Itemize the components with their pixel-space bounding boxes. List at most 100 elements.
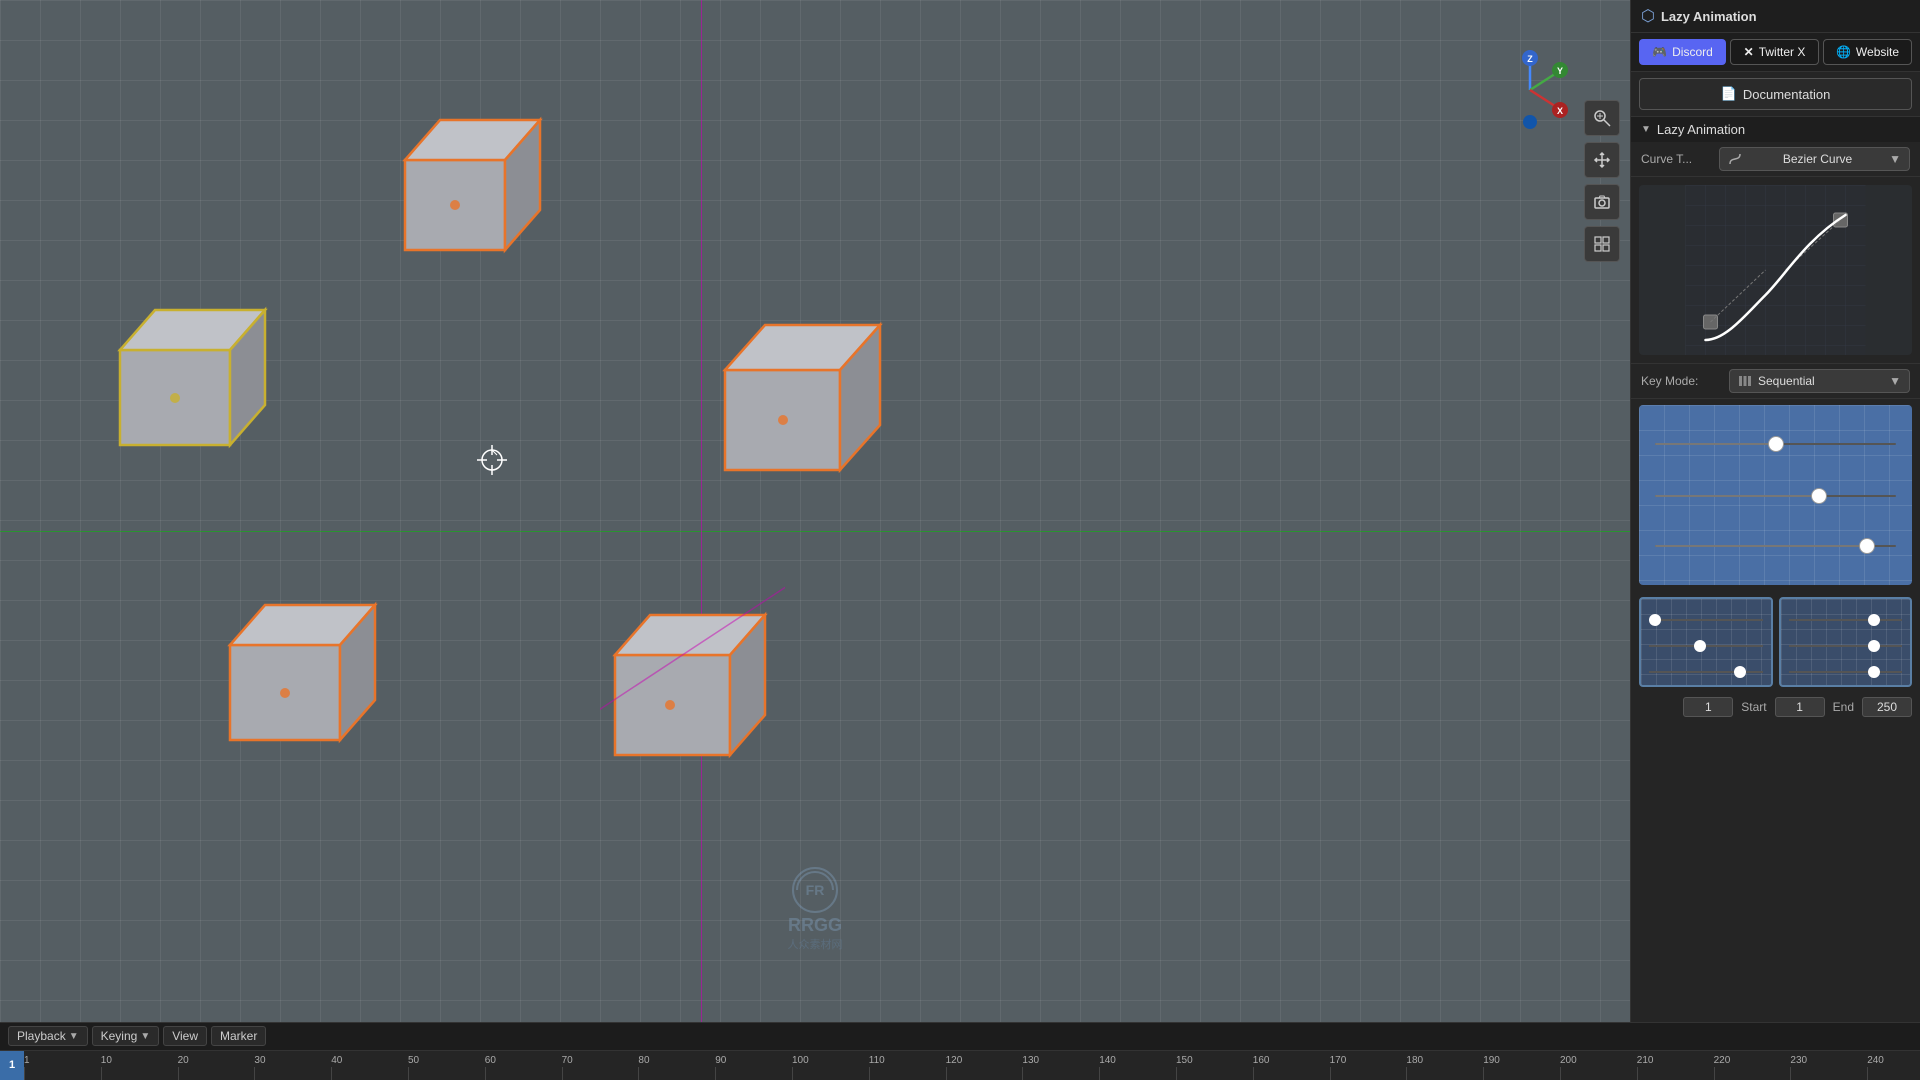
small-diagram-1 [1639,597,1773,687]
doc-label: Documentation [1743,87,1830,102]
view-menu-button[interactable]: View [163,1026,207,1046]
ruler-tick-label: 30 [254,1055,265,1066]
ruler-tick-line [1406,1067,1407,1080]
ruler-tick-line [331,1067,332,1080]
ruler-tick-line [1560,1067,1561,1080]
svg-text:FR: FR [806,882,825,898]
ruler-tick-label: 40 [331,1055,342,1066]
cube-right [710,280,910,500]
website-label: Website [1856,45,1899,59]
ruler-tick-label: 1 [24,1055,30,1066]
key-mode-label: Key Mode: [1641,374,1721,388]
svg-text:Y: Y [1557,66,1563,76]
key-mode-dropdown[interactable]: Sequential ▼ [1729,369,1910,393]
ruler-tick-label: 60 [485,1055,496,1066]
bezier-curve-preview [1639,185,1912,355]
panel-title: Lazy Animation [1661,9,1757,24]
seq-thumb-2[interactable] [1811,488,1827,504]
orientation-gizmo[interactable]: Z Y X [1490,50,1570,130]
small-diagram-2 [1779,597,1913,687]
small-diag-1-track-1 [1649,619,1763,621]
ruler-tick-line [254,1067,255,1080]
twitter-button[interactable]: ✕ Twitter X [1730,39,1819,65]
timeline-ruler[interactable]: 1 11020304050607080901001101201301401501… [0,1051,1920,1080]
ruler-tick-line [715,1067,716,1080]
zoom-tool-btn[interactable] [1584,100,1620,136]
ruler-tick-label: 240 [1867,1055,1884,1066]
ruler-tick-label: 140 [1099,1055,1116,1066]
ruler-tick-label: 70 [562,1055,573,1066]
small-thumb-2-3[interactable] [1868,666,1880,678]
curve-type-dropdown[interactable]: Bezier Curve ▼ [1719,147,1910,171]
camera-tool-btn[interactable] [1584,184,1620,220]
website-button[interactable]: 🌐 Website [1823,39,1912,65]
ruler-tick-line [1483,1067,1484,1080]
ruler-tick-label: 220 [1714,1055,1731,1066]
current-frame-number: 1 [9,1059,15,1071]
small-diagrams-row [1639,597,1912,687]
discord-button[interactable]: 🎮 Discord [1639,39,1726,65]
ruler-tick-line [1867,1067,1868,1080]
ruler-tick-line [1099,1067,1100,1080]
viewport-toolbar [1584,100,1620,262]
small-thumb-1-2[interactable] [1694,640,1706,652]
panel-icon: ⬡ [1641,6,1655,26]
bottom-toolbar: Playback ▼ Keying ▼ View Marker [0,1023,1920,1051]
viewport-overlay: Z Y X [0,0,1630,1022]
key-mode-row: Key Mode: Sequential ▼ [1631,363,1920,399]
seq-track-1 [1655,443,1896,445]
ruler-tick-label: 10 [101,1055,112,1066]
lazy-animation-label: Lazy Animation [1657,122,1745,137]
start-frame-input[interactable] [1775,697,1825,717]
seq-thumb-3[interactable] [1859,538,1875,554]
ruler-tick-label: 90 [715,1055,726,1066]
current-frame-indicator[interactable]: 1 [0,1051,24,1080]
ruler-tick-line [101,1067,102,1080]
ruler-tick-line [1637,1067,1638,1080]
ruler-tick-label: 150 [1176,1055,1193,1066]
lazy-animation-section[interactable]: ▼ Lazy Animation [1631,116,1920,142]
frame-info-row: Start End [1631,693,1920,721]
twitter-icon: ✕ [1744,45,1754,59]
social-buttons-row: 🎮 Discord ✕ Twitter X 🌐 Website [1631,33,1920,72]
bottom-bar: Playback ▼ Keying ▼ View Marker 1 110203… [0,1022,1920,1080]
ruler-tick-line [946,1067,947,1080]
small-diag-2-track-1 [1789,619,1903,621]
seq-thumb-1[interactable] [1768,436,1784,452]
svg-text:Z: Z [1527,54,1533,64]
small-diag-2-track-2 [1789,645,1903,647]
key-mode-arrow: ▼ [1889,374,1901,388]
seq-track-3 [1655,545,1896,547]
end-frame-input[interactable] [1862,697,1912,717]
viewport-3d[interactable]: Z Y X [0,0,1630,1022]
3d-cursor [477,445,507,475]
small-diag-1-track-3 [1649,671,1763,673]
pan-tool-btn[interactable] [1584,142,1620,178]
ruler-tick-label: 200 [1560,1055,1577,1066]
ruler-tick-label: 170 [1330,1055,1347,1066]
ruler-tick-line [178,1067,179,1080]
watermark: FR RRGG 人众素材网 [755,865,875,952]
keying-menu-button[interactable]: Keying ▼ [92,1026,160,1046]
cube-bottom-right [600,575,785,790]
current-frame-input[interactable] [1683,697,1733,717]
documentation-button[interactable]: 📄 Documentation [1639,78,1912,110]
sequential-icon [1738,374,1752,388]
grid-tool-btn[interactable] [1584,226,1620,262]
sequential-diagram-large [1639,405,1912,585]
playback-menu-button[interactable]: Playback ▼ [8,1026,88,1046]
small-thumb-2-2[interactable] [1868,640,1880,652]
ruler-tick-label: 160 [1253,1055,1270,1066]
small-thumb-1-3[interactable] [1734,666,1746,678]
small-thumb-1-1[interactable] [1649,614,1661,626]
ruler-tick-line [1330,1067,1331,1080]
small-thumb-2-1[interactable] [1868,614,1880,626]
marker-menu-button[interactable]: Marker [211,1026,266,1046]
ruler-tick-label: 210 [1637,1055,1654,1066]
cube-bottom-left [215,570,390,770]
ruler-tick-line [24,1067,25,1080]
marker-label: Marker [220,1029,257,1043]
ruler-tick-label: 110 [869,1055,885,1066]
ruler-tick-line [869,1067,870,1080]
ruler-tick-label: 180 [1406,1055,1423,1066]
